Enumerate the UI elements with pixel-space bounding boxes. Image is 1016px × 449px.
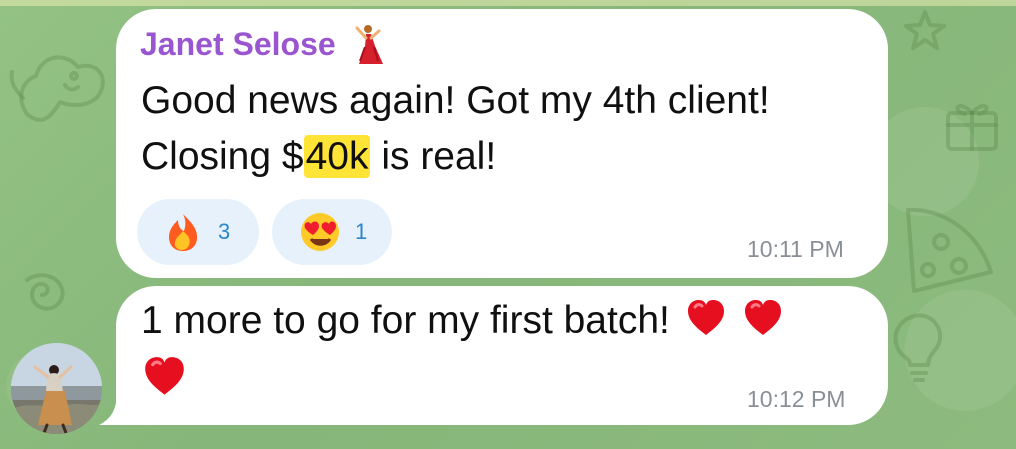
message-timestamp: 10:11 PM xyxy=(747,236,844,262)
heart-eyes-reaction-button[interactable]: 1 xyxy=(272,199,392,265)
lightbulb-doodle-icon xyxy=(893,313,943,382)
avatar-photo xyxy=(11,343,102,434)
reaction-count: 1 xyxy=(355,219,368,244)
star-doodle-icon xyxy=(904,10,946,50)
message-line: Closing $40k is real! xyxy=(141,129,770,185)
sender-name[interactable]: Janet Selose xyxy=(140,26,336,63)
message-timestamp: 10:12 PM xyxy=(747,386,846,412)
red-heart-icon xyxy=(145,357,184,395)
red-heart-icon xyxy=(687,300,724,335)
fire-emoji-icon xyxy=(169,214,198,251)
reaction-count: 3 xyxy=(218,219,231,244)
dinosaur-doodle-icon xyxy=(9,55,105,122)
red-heart-icon xyxy=(744,300,781,335)
message-text-segment: is real! xyxy=(370,135,497,178)
pizza-doodle-icon xyxy=(906,207,993,293)
sender-name-row[interactable]: Janet Selose xyxy=(140,24,384,64)
message-text: Good news again! Got my 4th client! Clos… xyxy=(141,73,770,185)
heart-eyes-emoji-icon xyxy=(301,213,339,251)
message-line: Good news again! Got my 4th client! xyxy=(141,79,770,122)
message-text: 1 more to go for my first batch! xyxy=(141,293,784,349)
swirl-doodle-icon xyxy=(25,273,65,311)
dancer-emoji-icon xyxy=(355,25,383,64)
fire-reaction-button[interactable]: 3 xyxy=(137,199,259,265)
message-tail xyxy=(99,395,129,425)
gift-doodle-icon xyxy=(946,103,998,151)
message-text-segment: Closing $ xyxy=(141,135,304,178)
highlighted-amount: 40k xyxy=(303,135,371,178)
message-line: 1 more to go for my first batch! xyxy=(141,299,670,342)
previous-message-edge xyxy=(0,0,1016,6)
sender-avatar[interactable] xyxy=(11,343,102,434)
